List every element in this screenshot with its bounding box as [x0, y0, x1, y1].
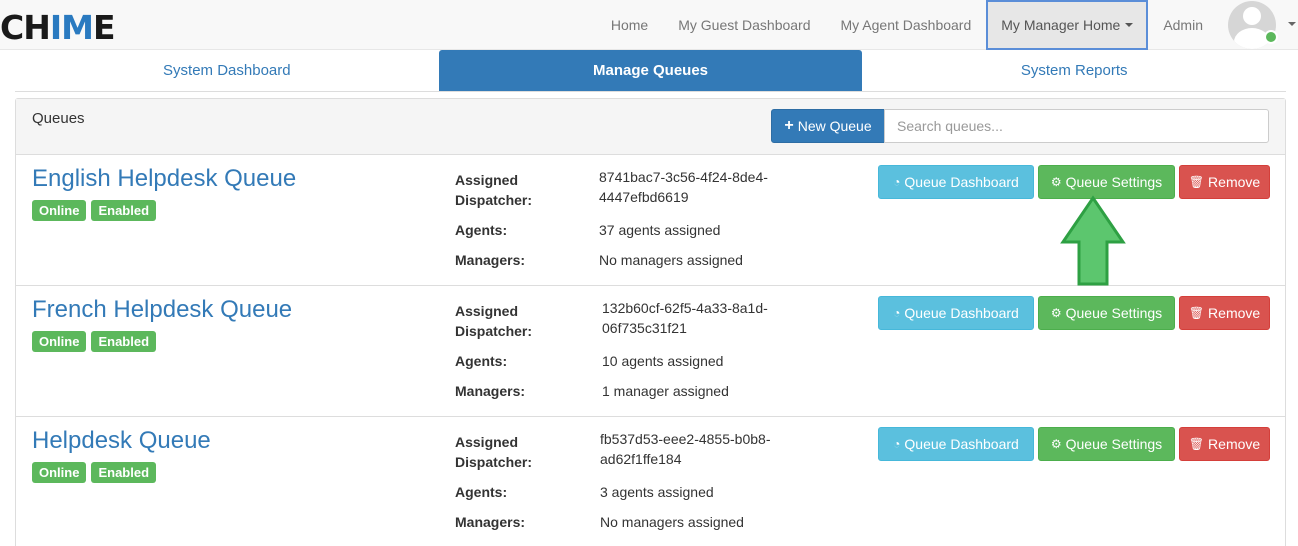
queue-settings-button[interactable]: ⚙ Queue Settings — [1038, 296, 1175, 330]
remove-button[interactable]: 🗑 Remove — [1179, 427, 1270, 461]
queue-row: French Helpdesk Queue Online Enabled Ass… — [16, 286, 1285, 417]
dispatcher-id-line2: 06f735c31f21 — [602, 320, 687, 336]
nav-agent-dashboard[interactable]: My Agent Dashboard — [826, 0, 987, 50]
tab-manage-queues[interactable]: Manage Queues — [438, 50, 863, 91]
queue-dashboard-label: Queue Dashboard — [904, 174, 1019, 190]
online-status-icon — [1264, 30, 1278, 44]
logo-text-highlight: IM — [49, 8, 94, 47]
nav-guest-dashboard[interactable]: My Guest Dashboard — [663, 0, 825, 50]
agents-value: 3 agents assigned — [600, 484, 714, 500]
dispatcher-label-2: Dispatcher: — [455, 192, 533, 208]
nav-manager-home-label: My Manager Home — [1001, 17, 1121, 33]
dashboard-icon: ◔ — [893, 437, 901, 451]
queue-row: Helpdesk Queue Online Enabled Assigned D… — [16, 417, 1285, 546]
queue-settings-label: Queue Settings — [1065, 305, 1163, 321]
dispatcher-id-line2: ad62f1ffe184 — [600, 451, 682, 467]
enabled-badge: Enabled — [91, 462, 157, 483]
dispatcher-label-1: Assigned — [455, 434, 519, 450]
queue-dashboard-button[interactable]: ◔ Queue Dashboard — [878, 427, 1034, 461]
tab-system-reports[interactable]: System Reports — [862, 50, 1286, 91]
panel-heading: Queues + New Queue — [16, 99, 1285, 155]
logo-text-prefix: CH — [0, 8, 51, 47]
dispatcher-label-1: Assigned — [455, 303, 519, 319]
new-queue-button[interactable]: + New Queue — [771, 109, 885, 143]
nav-guest-dashboard-label: My Guest Dashboard — [678, 17, 811, 33]
managers-value: No managers assigned — [600, 514, 744, 530]
enabled-badge: Enabled — [91, 331, 157, 352]
managers-label: Managers: — [455, 252, 526, 268]
remove-label: Remove — [1208, 174, 1261, 190]
user-menu[interactable] — [1218, 0, 1298, 50]
nav-admin[interactable]: Admin — [1148, 0, 1218, 50]
queue-settings-button[interactable]: ⚙ Queue Settings — [1038, 165, 1175, 199]
nav-home-label: Home — [610, 17, 649, 33]
agents-label: Agents: — [455, 484, 508, 500]
queue-dashboard-label: Queue Dashboard — [904, 305, 1019, 321]
dispatcher-label-1: Assigned — [455, 172, 519, 188]
remove-label: Remove — [1208, 436, 1261, 452]
agents-label: Agents: — [455, 353, 508, 369]
dashboard-icon: ◔ — [893, 175, 901, 189]
panel-title: Queues — [32, 110, 85, 127]
trash-icon: 🗑 — [1188, 175, 1205, 189]
gear-icon: ⚙ — [1050, 306, 1062, 320]
remove-button[interactable]: 🗑 Remove — [1179, 296, 1270, 330]
online-badge: Online — [32, 331, 87, 352]
queue-settings-label: Queue Settings — [1065, 174, 1163, 190]
online-badge: Online — [32, 462, 87, 483]
managers-value: No managers assigned — [599, 252, 743, 268]
remove-label: Remove — [1208, 305, 1261, 321]
dispatcher-id-line2: 4447efbd6619 — [599, 189, 689, 205]
queues-panel: Queues + New Queue English Helpdesk Queu… — [15, 98, 1286, 546]
dispatcher-id-line1: 132b60cf-62f5-4a33-8a1d- — [602, 300, 768, 316]
managers-label: Managers: — [455, 514, 526, 530]
queue-name-link[interactable]: French Helpdesk Queue — [32, 296, 292, 324]
dispatcher-id-line1: 8741bac7-3c56-4f24-8de4- — [599, 169, 768, 185]
agents-label: Agents: — [455, 222, 508, 238]
managers-value: 1 manager assigned — [602, 383, 729, 399]
trash-icon: 🗑 — [1188, 437, 1205, 451]
tab-system-dashboard[interactable]: System Dashboard — [15, 50, 439, 91]
nav-home[interactable]: Home — [596, 0, 663, 50]
dispatcher-id-line1: fb537d53-eee2-4855-b0b8- — [600, 431, 771, 447]
queue-settings-button[interactable]: ⚙ Queue Settings — [1038, 427, 1175, 461]
queue-name-link[interactable]: English Helpdesk Queue — [32, 165, 296, 193]
queue-dashboard-button[interactable]: ◔ Queue Dashboard — [878, 165, 1034, 199]
search-queues-input[interactable] — [884, 109, 1269, 143]
queue-dashboard-button[interactable]: ◔ Queue Dashboard — [878, 296, 1034, 330]
top-navbar: CHIME Home My Guest Dashboard My Agent D… — [0, 0, 1298, 50]
nav-admin-label: Admin — [1163, 17, 1203, 33]
annotation-up-arrow-icon — [1060, 195, 1126, 286]
agents-value: 10 agents assigned — [602, 353, 724, 369]
enabled-badge: Enabled — [91, 200, 157, 221]
queue-settings-label: Queue Settings — [1065, 436, 1163, 452]
nav-agent-dashboard-label: My Agent Dashboard — [840, 17, 972, 33]
nav-links: Home My Guest Dashboard My Agent Dashboa… — [596, 0, 1298, 50]
managers-label: Managers: — [455, 383, 526, 399]
plus-icon: + — [784, 117, 794, 134]
online-badge: Online — [32, 200, 87, 221]
chime-logo[interactable]: CHIME — [0, 10, 115, 46]
queue-name-link[interactable]: Helpdesk Queue — [32, 427, 211, 455]
dispatcher-label-2: Dispatcher: — [455, 323, 533, 339]
gear-icon: ⚙ — [1050, 175, 1062, 189]
queue-dashboard-label: Queue Dashboard — [904, 436, 1019, 452]
new-queue-label: New Queue — [797, 118, 872, 134]
remove-button[interactable]: 🗑 Remove — [1179, 165, 1270, 199]
section-tabs: System Dashboard Manage Queues System Re… — [15, 50, 1286, 92]
nav-manager-home-dropdown[interactable]: My Manager Home — [986, 0, 1149, 50]
gear-icon: ⚙ — [1050, 437, 1062, 451]
dispatcher-label-2: Dispatcher: — [455, 454, 533, 470]
trash-icon: 🗑 — [1188, 306, 1205, 320]
agents-value: 37 agents assigned — [599, 222, 721, 238]
logo-text-suffix: E — [92, 8, 116, 47]
caret-down-icon — [1125, 23, 1134, 27]
caret-down-icon — [1288, 22, 1296, 26]
dashboard-icon: ◔ — [893, 306, 901, 320]
